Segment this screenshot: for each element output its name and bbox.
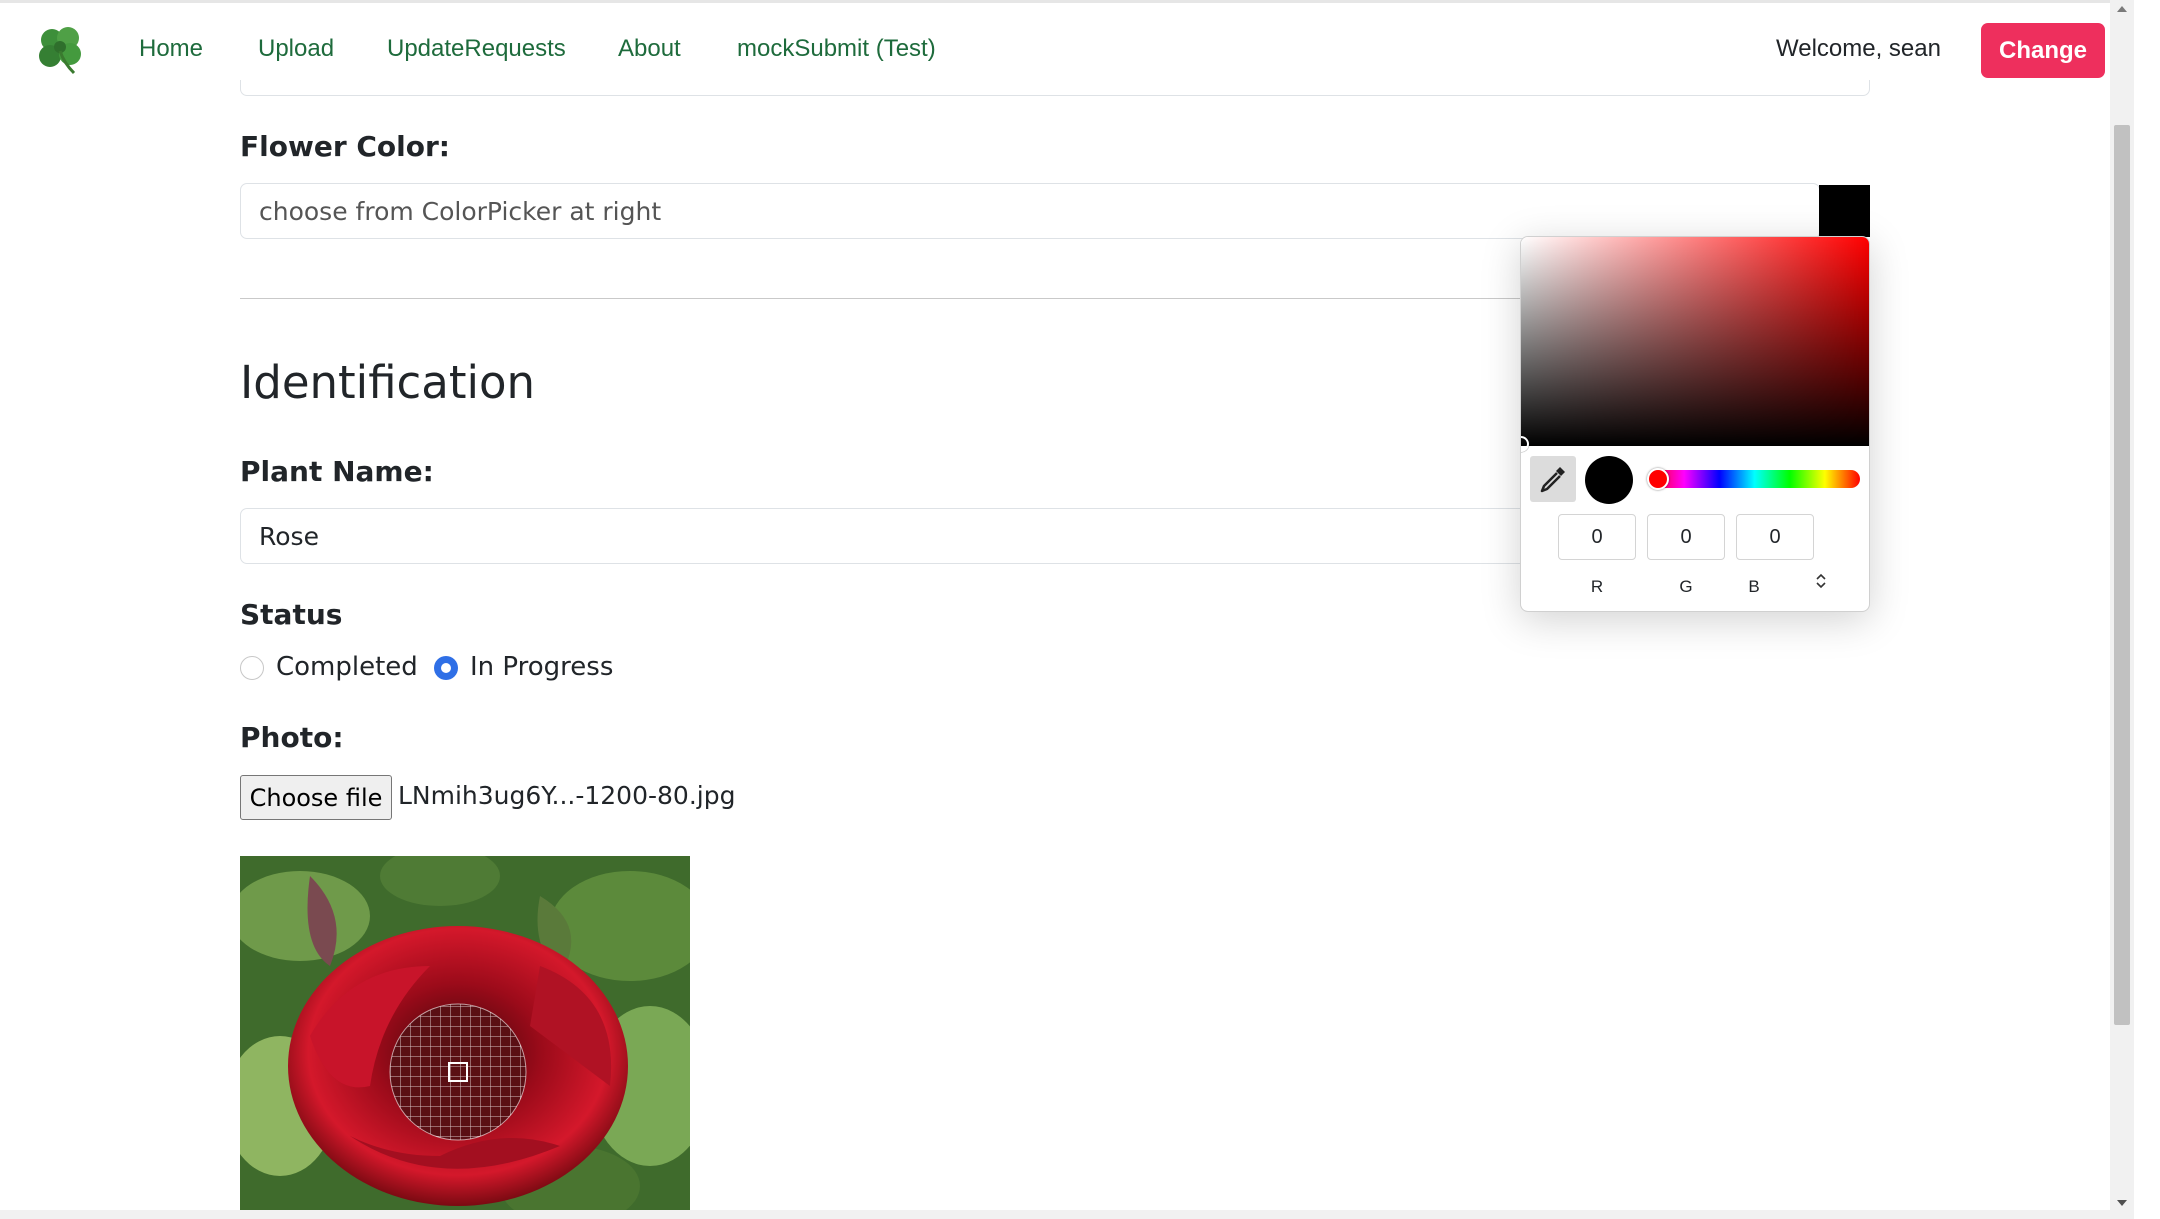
scroll-up-arrow-icon[interactable] (2116, 4, 2128, 14)
selected-file-name: LNmih3ug6Y...-1200-80.jpg (398, 781, 736, 810)
saturation-handle[interactable] (1521, 436, 1529, 452)
red-channel-input[interactable] (1558, 514, 1636, 560)
green-channel-input[interactable] (1647, 514, 1725, 560)
photo-label: Photo: (240, 721, 344, 754)
color-swatch-button[interactable] (1819, 185, 1870, 237)
red-channel-label: R (1590, 577, 1604, 596)
nav-about-link[interactable]: About (618, 35, 681, 63)
welcome-text: Welcome, sean (1776, 35, 1941, 62)
eyedropper-icon (1540, 467, 1565, 493)
nav-mock-submit-link[interactable]: mockSubmit (Test) (737, 35, 936, 63)
flower-color-input[interactable] (240, 183, 1820, 239)
rose-photo[interactable] (240, 856, 690, 1210)
status-in-progress-radio[interactable] (434, 656, 458, 680)
nav-upload-link[interactable]: Upload (258, 35, 334, 63)
change-button[interactable]: Change (1981, 23, 2105, 78)
color-preview-circle (1585, 456, 1633, 504)
nav-home-link[interactable]: Home (139, 35, 203, 63)
blue-channel-input[interactable] (1736, 514, 1814, 560)
scroll-thumb[interactable] (2114, 125, 2130, 1025)
status-in-progress-label[interactable]: In Progress (470, 652, 613, 682)
eyedropper-button[interactable] (1530, 456, 1576, 502)
horizontal-scroll-track (0, 1210, 2110, 1219)
status-completed-label[interactable]: Completed (276, 652, 418, 682)
status-completed-radio[interactable] (240, 656, 264, 680)
hue-slider[interactable] (1647, 468, 1860, 490)
format-toggle-chevron-icon[interactable] (1809, 572, 1833, 598)
saturation-area[interactable] (1521, 237, 1869, 452)
scroll-down-arrow-icon[interactable] (2116, 1198, 2128, 1208)
flower-color-label: Flower Color: (240, 130, 450, 163)
blue-channel-label: B (1748, 577, 1760, 596)
previous-field-edge (240, 80, 1870, 96)
choose-file-button[interactable]: Choose file (240, 775, 392, 820)
color-picker-popup: R G B (1520, 236, 1870, 612)
clover-logo-icon[interactable] (34, 23, 88, 77)
hue-slider-handle[interactable] (1647, 468, 1669, 490)
identification-heading: Identification (240, 356, 536, 409)
green-channel-label: G (1679, 577, 1693, 596)
vertical-scrollbar[interactable] (2110, 0, 2134, 1219)
plant-name-label: Plant Name: (240, 455, 434, 488)
status-label: Status (240, 598, 343, 631)
nav-update-requests-link[interactable]: UpdateRequests (387, 35, 566, 63)
